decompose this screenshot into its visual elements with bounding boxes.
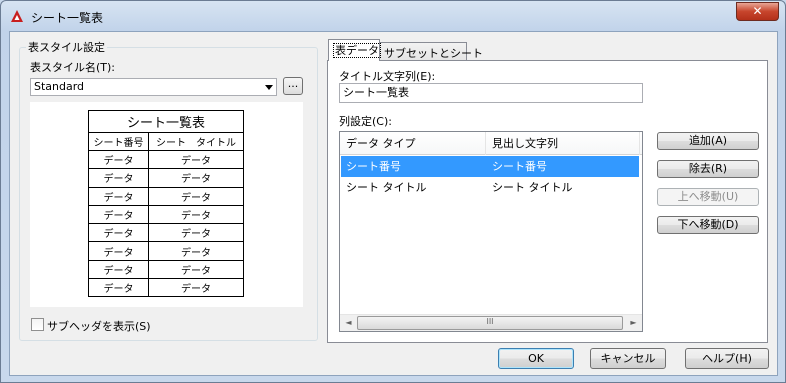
preview-cell: データ: [88, 149, 149, 170]
preview-cell: データ: [148, 259, 244, 280]
tab-table-data[interactable]: 表データ: [328, 39, 381, 61]
title-bar[interactable]: シート一覧表 ✕: [1, 1, 785, 31]
list-cell-heading: シート タイトル: [492, 181, 573, 194]
preview-cell: データ: [148, 186, 244, 206]
scroll-left-icon[interactable]: ◄: [340, 315, 357, 331]
scroll-right-icon[interactable]: ►: [625, 315, 642, 331]
table-data-panel: タイトル文字列(E): シート一覧表 列設定(C): データ タイプ 見出し文字…: [327, 60, 768, 343]
show-subheader-checkbox[interactable]: [31, 318, 44, 331]
preview-cell: データ: [148, 278, 244, 298]
table-style-name-label: 表スタイル名(T):: [30, 61, 116, 74]
preview-table: シート一覧表 シート番号 シート タイトル データ データ データ データ データデ…: [88, 110, 244, 298]
table-style-combo[interactable]: Standard: [30, 78, 277, 96]
preview-cell: データ: [88, 259, 149, 280]
preview-cell: データ: [148, 149, 244, 170]
list-cell-data-type: シート番号: [346, 160, 401, 173]
column-settings-label: 列設定(C):: [339, 115, 392, 128]
move-down-button[interactable]: 下へ移動(D): [657, 216, 759, 234]
scroll-thumb[interactable]: III: [357, 316, 623, 330]
chevron-down-icon[interactable]: [265, 85, 273, 90]
list-cell-data-type: シート タイトル: [346, 181, 427, 194]
preview-cell: データ: [148, 241, 244, 261]
dialog-client-area: 表スタイル設定 表スタイル名(T): Standard ... シート一覧表 シ…: [9, 31, 778, 376]
table-preview: シート一覧表 シート番号 シート タイトル データ データ データ データ データデ…: [30, 102, 303, 307]
preview-cell: データ: [148, 168, 244, 188]
preview-cell: データ: [88, 204, 149, 225]
preview-cell: データ: [148, 204, 244, 225]
title-string-input[interactable]: シート一覧表: [339, 83, 643, 103]
tab-table-data-label: 表データ: [333, 43, 381, 58]
preview-header-number: シート番号: [88, 132, 149, 151]
table-style-browse-button[interactable]: ...: [283, 77, 303, 95]
preview-title: シート一覧表: [88, 110, 244, 133]
list-header: データ タイプ 見出し文字列: [340, 132, 642, 155]
horizontal-scrollbar[interactable]: ◄ III ►: [340, 314, 642, 331]
remove-button[interactable]: 除去(R): [657, 160, 759, 178]
window-title: シート一覧表: [31, 11, 104, 25]
tab-subsets-sheets-label: サブセットとシート: [384, 47, 483, 60]
move-up-button[interactable]: 上へ移動(U): [657, 188, 759, 206]
dialog-window: シート一覧表 ✕ 表スタイル設定 表スタイル名(T): Standard ...…: [0, 0, 786, 383]
preview-header-title: シート タイトル: [148, 132, 244, 151]
list-row[interactable]: シート タイトル シート タイトル: [341, 177, 639, 198]
ok-button[interactable]: OK: [498, 348, 574, 369]
column-header-data-type[interactable]: データ タイプ: [340, 132, 486, 155]
show-subheader-label[interactable]: サブヘッダを表示(S): [47, 318, 151, 334]
table-style-group-label: 表スタイル設定: [26, 39, 107, 55]
title-string-label: タイトル文字列(E):: [339, 70, 436, 83]
preview-cell: データ: [88, 241, 149, 261]
tab-subsets-sheets[interactable]: サブセットとシート: [379, 42, 483, 62]
column-settings-list[interactable]: データ タイプ 見出し文字列 シート番号 シート番号 シート タイトル シート …: [339, 131, 643, 332]
preview-cell: データ: [148, 223, 244, 243]
list-row[interactable]: シート番号 シート番号: [341, 156, 639, 177]
preview-cell: データ: [88, 278, 149, 298]
close-button[interactable]: ✕: [736, 2, 779, 21]
cancel-button[interactable]: キャンセル: [590, 348, 666, 369]
column-header-heading[interactable]: 見出し文字列: [486, 132, 640, 155]
preview-cell: データ: [88, 186, 149, 206]
help-button[interactable]: ヘルプ(H): [685, 348, 769, 369]
list-cell-heading: シート番号: [492, 160, 547, 173]
autocad-logo-icon: [11, 10, 23, 22]
table-style-combo-value: Standard: [34, 80, 85, 93]
preview-cell: データ: [88, 168, 149, 188]
preview-cell: データ: [88, 223, 149, 243]
add-button[interactable]: 追加(A): [657, 132, 759, 150]
